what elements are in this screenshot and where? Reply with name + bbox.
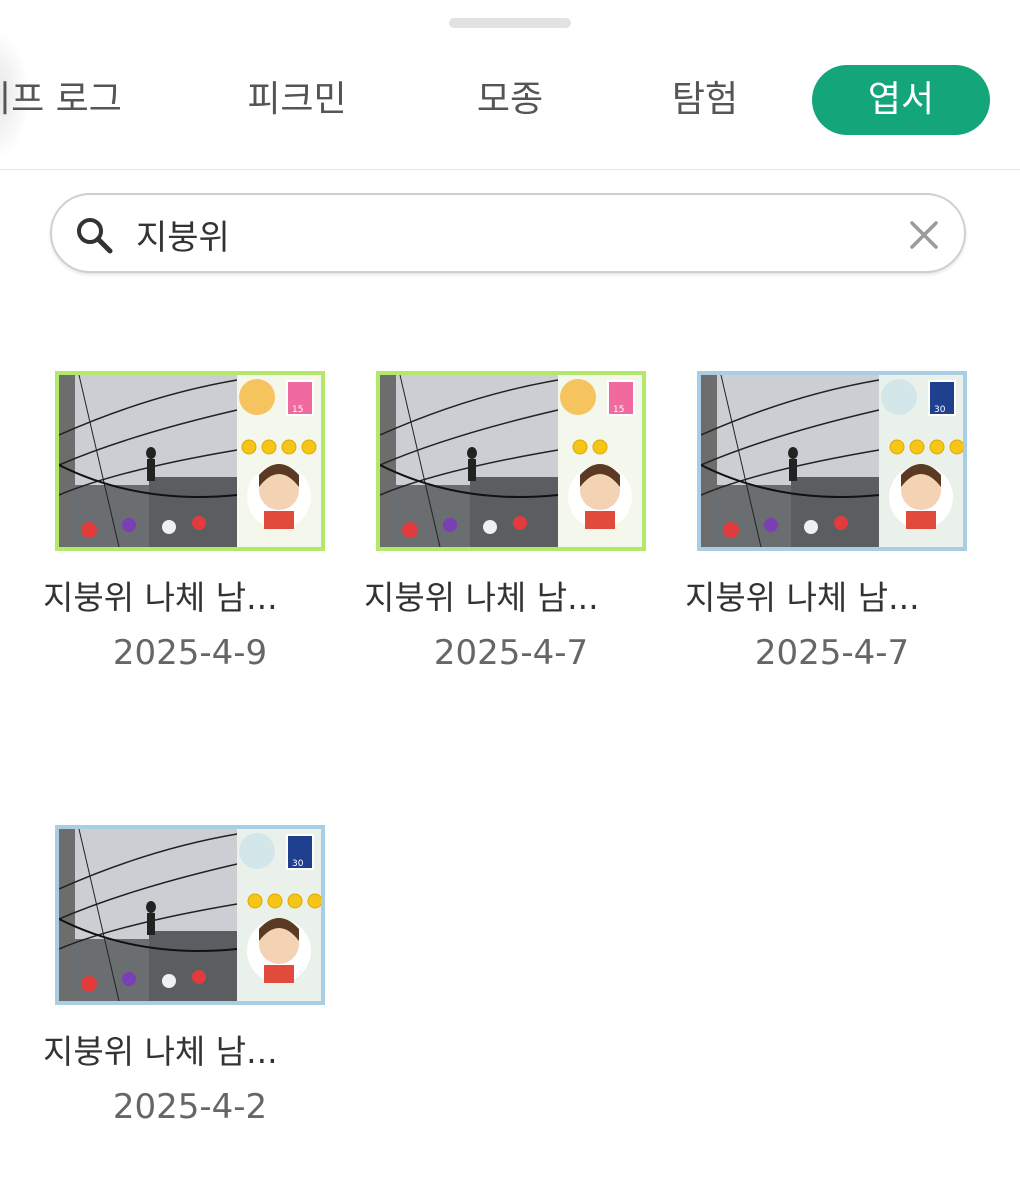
tab-divider <box>0 169 1020 170</box>
tab-postcards[interactable]: 엽서 <box>812 65 990 135</box>
close-icon[interactable] <box>906 217 942 253</box>
category-tabs: 이프 로그 피크민 모종 탐험 엽서 <box>0 60 1020 140</box>
drag-handle[interactable] <box>449 18 571 28</box>
postcard-title: 지붕위 나체 남... <box>364 578 599 617</box>
postcard-thumbnail[interactable]: 30 <box>55 825 325 1005</box>
svg-text:30: 30 <box>292 859 304 869</box>
search-input[interactable] <box>136 207 876 261</box>
postcard-item[interactable]: 15 지붕위 나체 남... 2025-4-9 <box>43 371 335 691</box>
svg-text:30: 30 <box>934 405 946 415</box>
search-icon <box>77 218 113 254</box>
postcard-item[interactable]: 30 지붕위 나체 남... 2025-4-7 <box>685 371 977 691</box>
postcard-date: 2025-4-7 <box>754 633 910 673</box>
postcard-title: 지붕위 나체 남... <box>43 1032 278 1071</box>
postcard-date: 2025-4-7 <box>433 633 589 673</box>
svg-text:15: 15 <box>292 405 303 415</box>
postcard-item[interactable]: 30 지붕위 나체 남... 2025-4-2 <box>43 825 335 1145</box>
postcard-date: 2025-4-9 <box>112 633 268 673</box>
postcard-thumbnail[interactable]: 30 <box>697 371 967 551</box>
postcard-date: 2025-4-2 <box>112 1087 268 1127</box>
tab-pikmin[interactable]: 피크민 <box>232 65 362 135</box>
tab-expedition[interactable]: 탐험 <box>640 65 770 135</box>
svg-text:15: 15 <box>613 405 624 415</box>
postcard-title: 지붕위 나체 남... <box>685 578 920 617</box>
postcard-title: 지붕위 나체 남... <box>43 578 278 617</box>
postcard-thumbnail[interactable]: 15 <box>55 371 325 551</box>
tab-lifelog[interactable]: 이프 로그 <box>0 65 128 135</box>
search-bar <box>50 193 966 273</box>
tab-seedlings[interactable]: 모종 <box>445 65 575 135</box>
postcard-item[interactable]: 15 지붕위 나체 남... 2025-4-7 <box>364 371 656 691</box>
postcard-thumbnail[interactable]: 15 <box>376 371 646 551</box>
postcard-sheet: 이프 로그 피크민 모종 탐험 엽서 15 지붕위 나체 남...2025- <box>0 0 1020 1200</box>
